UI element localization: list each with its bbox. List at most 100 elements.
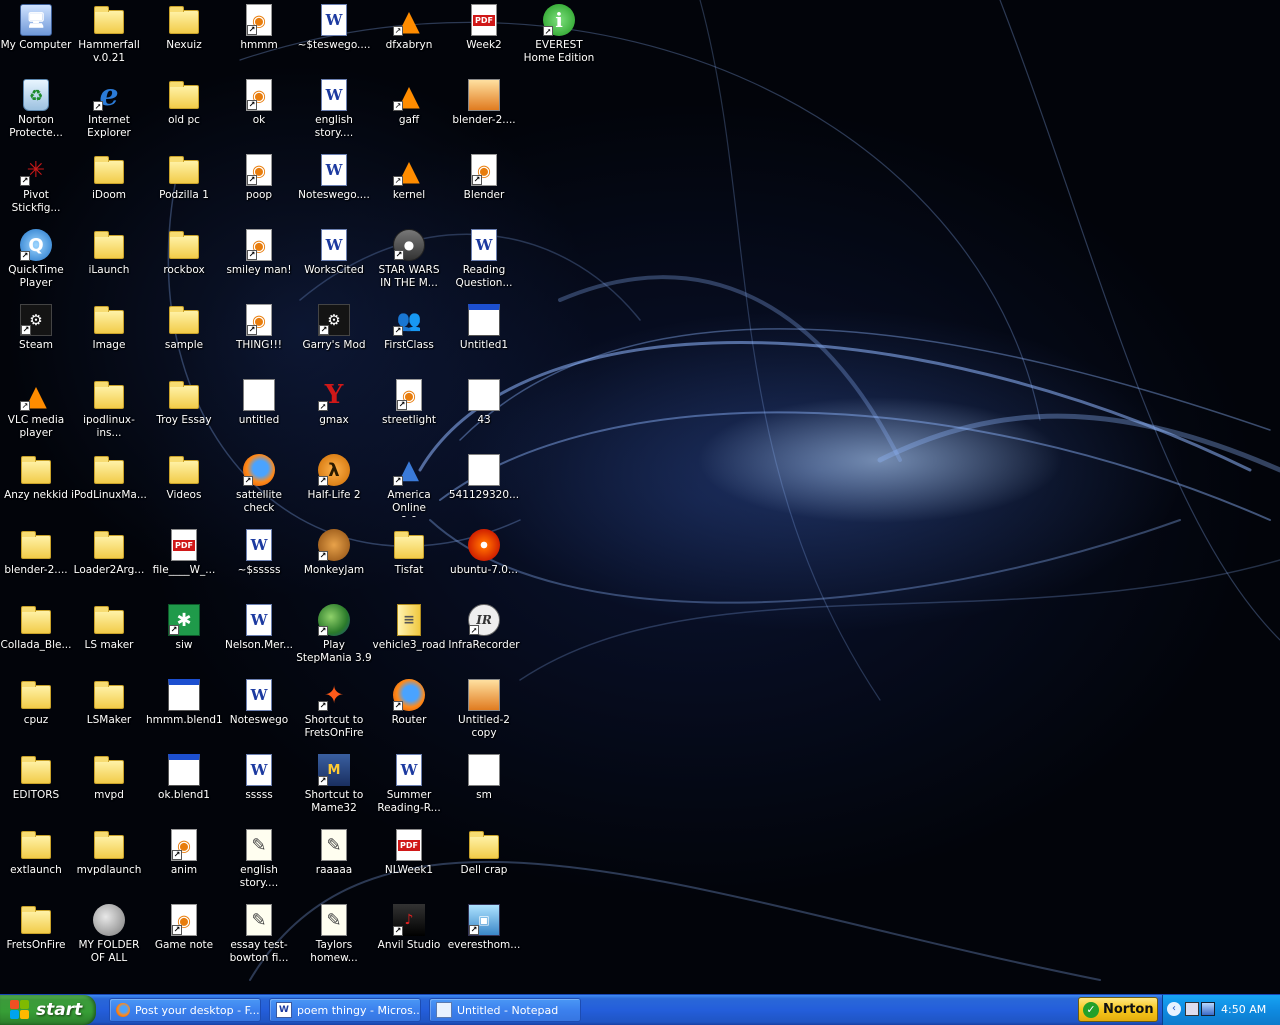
desktop-icon-rockbox[interactable]: rockbox xyxy=(146,227,222,302)
desktop-icon-works-cited[interactable]: W WorksCited xyxy=(296,227,372,302)
desktop-icon-infrarecorder[interactable]: IR ↗ InfraRecorder xyxy=(446,602,522,677)
desktop-icon-mvpd[interactable]: mvpd xyxy=(71,752,147,827)
taskbar-button-word[interactable]: W poem thingy - Micros... xyxy=(269,998,421,1022)
desktop-icon-firstclass[interactable]: 👥 ↗ FirstClass xyxy=(371,302,447,377)
desktop-icon-thing[interactable]: ◉ ↗ THING!!! xyxy=(221,302,297,377)
desktop[interactable]: 🖥 My Computer Hammerfall v.0.21 Nexuiz ◉ ↗ hmm… xyxy=(0,0,1280,994)
desktop-icon-teswego[interactable]: W ~$teswego.... xyxy=(296,2,372,77)
desktop-icon-ok-blend1[interactable]: ok.blend1 xyxy=(146,752,222,827)
desktop-icon-anvil-studio[interactable]: ♪ ↗ Anvil Studio xyxy=(371,902,447,977)
network-icon[interactable] xyxy=(1201,1002,1215,1016)
desktop-icon-sattellite-check[interactable]: ↗ sattellite check xyxy=(221,452,297,527)
desktop-icon-sssss-tilde[interactable]: W ~$sssss xyxy=(221,527,297,602)
desktop-icon-tisfat[interactable]: Tisfat xyxy=(371,527,447,602)
safely-remove-hardware-icon[interactable] xyxy=(1185,1002,1199,1016)
desktop-icon-hammerfall[interactable]: Hammerfall v.0.21 xyxy=(71,2,147,77)
desktop-icon-taylors-homew[interactable]: ✎ Taylors homew... xyxy=(296,902,372,977)
desktop-icon-reading-question[interactable]: W Reading Question... xyxy=(446,227,522,302)
desktop-icon-image[interactable]: Image xyxy=(71,302,147,377)
desktop-icon-ls-maker[interactable]: LS maker xyxy=(71,602,147,677)
desktop-icon-half-life-2[interactable]: λ ↗ Half-Life 2 xyxy=(296,452,372,527)
desktop-icon-nelson-mer[interactable]: W Nelson.Mer... xyxy=(221,602,297,677)
desktop-icon-blender-2-a[interactable]: blender-2.... xyxy=(446,77,522,152)
desktop-icon-norton-protected[interactable]: ♻ Norton Protecte... xyxy=(0,77,74,152)
desktop-icon-file-43[interactable]: 43 xyxy=(446,377,522,452)
norton-tray-button[interactable]: ✓ Norton xyxy=(1078,997,1158,1022)
desktop-icon-my-computer[interactable]: 🖥 My Computer xyxy=(0,2,74,77)
desktop-icon-editors[interactable]: EDITORS xyxy=(0,752,74,827)
desktop-icon-old-pc[interactable]: old pc xyxy=(146,77,222,152)
desktop-icon-fretsonfire[interactable]: FretsOnFire xyxy=(0,902,74,977)
desktop-icon-aol[interactable]: ▲↗ America Online 9.0 xyxy=(371,452,447,527)
desktop-icon-collada-ble[interactable]: Collada_Ble... xyxy=(0,602,74,677)
desktop-icon-monkeyjam[interactable]: ↗ MonkeyJam xyxy=(296,527,372,602)
desktop-icon-vehicle3-road[interactable]: ≡ vehicle3_road xyxy=(371,602,447,677)
desktop-icon-english-story-2[interactable]: ✎ english story.... xyxy=(221,827,297,902)
desktop-icon-poop[interactable]: ◉ ↗ poop xyxy=(221,152,297,227)
desktop-icon-hmmm-blend1[interactable]: hmmm.blend1 xyxy=(146,677,222,752)
desktop-icon-untitled1[interactable]: Untitled1 xyxy=(446,302,522,377)
desktop-icon-stepmania[interactable]: ↗ Play StepMania 3.9 xyxy=(296,602,372,677)
desktop-icon-podzilla[interactable]: Podzilla 1 xyxy=(146,152,222,227)
desktop-icon-idoom[interactable]: iDoom xyxy=(71,152,147,227)
desktop-icon-fretsonfire-shortcut[interactable]: ✦ ↗ Shortcut to FretsOnFire xyxy=(296,677,372,752)
desktop-icon-noteswego-2[interactable]: W Noteswego xyxy=(221,677,297,752)
desktop-icon-everest[interactable]: i ↗ EVEREST Home Edition xyxy=(521,2,597,77)
desktop-icon-mame32-shortcut[interactable]: M ↗ Shortcut to Mame32 xyxy=(296,752,372,827)
desktop-icon-file-541129320[interactable]: 541129320... xyxy=(446,452,522,527)
desktop-icon-pivot[interactable]: ✳ ↗ Pivot Stickfig... xyxy=(0,152,74,227)
desktop-icon-summer-reading[interactable]: W Summer Reading-R... xyxy=(371,752,447,827)
desktop-icon-blender[interactable]: ◉ ↗ Blender xyxy=(446,152,522,227)
desktop-icon-english-story-1[interactable]: Wenglish story.... xyxy=(296,77,372,152)
taskbar-button-firefox[interactable]: Post your desktop - F... xyxy=(109,998,261,1022)
desktop-icon-quicktime[interactable]: Q ↗ QuickTime Player xyxy=(0,227,74,302)
desktop-icon-anzy-nekkid[interactable]: Anzy nekkid xyxy=(0,452,74,527)
taskbar-button-notepad[interactable]: Untitled - Notepad xyxy=(429,998,581,1022)
desktop-icon-garrys-mod[interactable]: ⚙ ↗ Garry's Mod xyxy=(296,302,372,377)
desktop-icon-dfxabryn[interactable]: ▲ ↗ dfxabryn xyxy=(371,2,447,77)
desktop-icon-smiley-man[interactable]: ◉ ↗ smiley man! xyxy=(221,227,297,302)
desktop-icon-sssss[interactable]: Wsssss xyxy=(221,752,297,827)
desktop-icon-router[interactable]: ↗ Router xyxy=(371,677,447,752)
desktop-icon-star-wars[interactable]: ● ↗ STAR WARS IN THE M... xyxy=(371,227,447,302)
desktop-icon-ipodlinux-ins[interactable]: ipodlinux-ins... xyxy=(71,377,147,452)
desktop-icon-game-note[interactable]: ◉ ↗ Game note xyxy=(146,902,222,977)
desktop-icon-essay-test[interactable]: ✎ essay test- bowton fi... xyxy=(221,902,297,977)
desktop-icon-untitled-2-copy[interactable]: Untitled-2 copy xyxy=(446,677,522,752)
desktop-icon-loader2arg[interactable]: Loader2Arg... xyxy=(71,527,147,602)
desktop-icon-sm[interactable]: sm xyxy=(446,752,522,827)
desktop-icon-ubuntu[interactable]: ubuntu-7.0... xyxy=(446,527,522,602)
desktop-icon-everesthom[interactable]: ▣ ↗ everesthom... xyxy=(446,902,522,977)
desktop-icon-siw[interactable]: ✱ ↗ siw xyxy=(146,602,222,677)
start-button[interactable]: start xyxy=(0,995,96,1025)
desktop-icon-raaaaa[interactable]: ✎ raaaaa xyxy=(296,827,372,902)
desktop-icon-steam[interactable]: ⚙ ↗ Steam xyxy=(0,302,74,377)
desktop-icon-ipodlinuxma[interactable]: iPodLinuxMa... xyxy=(71,452,147,527)
desktop-icon-mvpdlaunch[interactable]: mvpdlaunch xyxy=(71,827,147,902)
desktop-icon-anim[interactable]: ◉ ↗ anim xyxy=(146,827,222,902)
desktop-icon-my-folder-of-all[interactable]: MY FOLDER OF ALL xyxy=(71,902,147,977)
desktop-icon-gmax[interactable]: Y ↗ gmax xyxy=(296,377,372,452)
desktop-icon-kernel[interactable]: ▲ ↗ kernel xyxy=(371,152,447,227)
chevron-left-icon[interactable]: ‹ xyxy=(1167,1002,1181,1016)
clock[interactable]: 4:50 AM xyxy=(1221,1003,1266,1016)
desktop-icon-troy-essay[interactable]: Troy Essay xyxy=(146,377,222,452)
desktop-icon-week2[interactable]: PDF Week2 xyxy=(446,2,522,77)
desktop-icon-lsmaker[interactable]: LSMaker xyxy=(71,677,147,752)
desktop-icon-blender-2-b[interactable]: blender-2.... xyxy=(0,527,74,602)
desktop-icon-videos[interactable]: Videos xyxy=(146,452,222,527)
desktop-icon-noteswego-1[interactable]: W Noteswego.... xyxy=(296,152,372,227)
desktop-icon-sample[interactable]: sample xyxy=(146,302,222,377)
desktop-icon-cpuz[interactable]: cpuz xyxy=(0,677,74,752)
desktop-icon-dell-crap[interactable]: Dell crap xyxy=(446,827,522,902)
desktop-icon-file-w[interactable]: PDF file____W_... xyxy=(146,527,222,602)
desktop-icon-ok[interactable]: ◉ ↗ ok xyxy=(221,77,297,152)
desktop-icon-extlaunch[interactable]: extlaunch xyxy=(0,827,74,902)
desktop-icon-gaff[interactable]: ▲ ↗ gaff xyxy=(371,77,447,152)
desktop-icon-internet-explorer[interactable]: e ↗ Internet Explorer xyxy=(71,77,147,152)
desktop-icon-untitled[interactable]: untitled xyxy=(221,377,297,452)
desktop-icon-streetlight[interactable]: ◉ ↗ streetlight xyxy=(371,377,447,452)
desktop-icon-hmmm[interactable]: ◉ ↗ hmmm xyxy=(221,2,297,77)
desktop-icon-nlweek1[interactable]: PDF NLWeek1 xyxy=(371,827,447,902)
desktop-icon-nexuiz[interactable]: Nexuiz xyxy=(146,2,222,77)
